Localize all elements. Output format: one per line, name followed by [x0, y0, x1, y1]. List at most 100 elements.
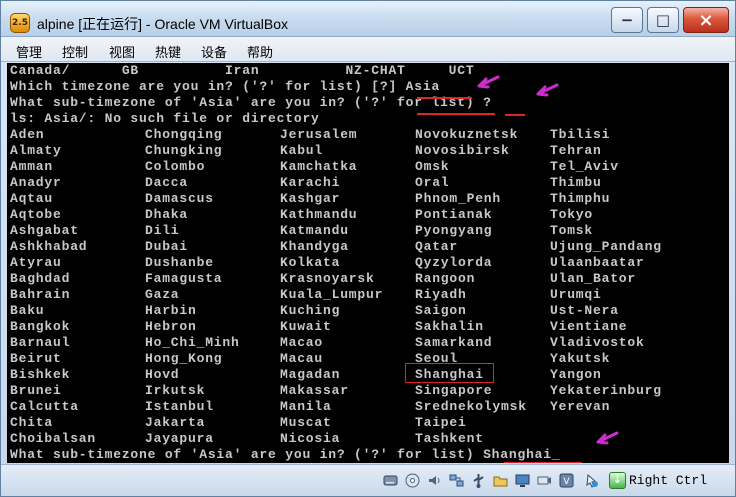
terminal-line: ls: Asia/: No such file or directory: [10, 111, 320, 126]
shanghai-highlight-box: [405, 363, 494, 383]
timezone-entry: Ust-Nera: [550, 303, 619, 318]
question-underline: [505, 114, 525, 116]
timezone-entry: Qatar: [415, 239, 459, 254]
annotation-arrow-icon: [596, 431, 619, 445]
timezone-entry: Famagusta: [145, 271, 223, 286]
audio-icon[interactable]: [426, 472, 443, 489]
timezone-entry: Nicosia: [280, 431, 341, 446]
virtualization-icon[interactable]: V: [558, 472, 575, 489]
timezone-entry: Jerusalem: [280, 127, 358, 142]
timezone-entry: Muscat: [280, 415, 332, 430]
timezone-entry: Novosibirsk: [415, 143, 510, 158]
window-title: alpine [正在运行] - Oracle VM VirtualBox: [37, 16, 289, 32]
display-icon[interactable]: [514, 472, 531, 489]
menu-manage[interactable]: 管理: [16, 42, 42, 61]
timezone-entry: Dhaka: [145, 207, 189, 222]
timezone-entry: Macao: [280, 335, 324, 350]
timezone-entry: Harbin: [145, 303, 197, 318]
title-bar[interactable]: 2.5 alpine [正在运行] - Oracle VM VirtualBox…: [1, 1, 735, 37]
timezone-entry: Kathmandu: [280, 207, 358, 222]
menu-view[interactable]: 视图: [109, 42, 135, 61]
timezone-entry: Amman: [10, 159, 54, 174]
timezone-entry: Damascus: [145, 191, 214, 206]
menu-control[interactable]: 控制: [62, 42, 88, 61]
timezone-entry: Makassar: [280, 383, 349, 398]
hard-disk-icon[interactable]: [382, 472, 399, 489]
timezone-entry: Baghdad: [10, 271, 71, 286]
menu-hotkeys[interactable]: 热键: [155, 42, 181, 61]
timezone-entry: Oral: [415, 175, 450, 190]
timezone-entry: Saigon: [415, 303, 467, 318]
timezone-entry: Tel_Aviv: [550, 159, 619, 174]
svg-text:V: V: [563, 477, 570, 487]
asia-underline: [417, 97, 472, 99]
timezone-entry: Brunei: [10, 383, 62, 398]
timezone-entry: Almaty: [10, 143, 62, 158]
timezone-entry: Novokuznetsk: [415, 127, 519, 142]
usb-icon[interactable]: [470, 472, 487, 489]
timezone-entry: Gaza: [145, 287, 180, 302]
timezone-entry: Riyadh: [415, 287, 467, 302]
timezone-entry: Srednekolymsk: [415, 399, 527, 414]
mouse-integration-icon[interactable]: [583, 472, 600, 489]
network-icon[interactable]: [448, 472, 465, 489]
timezone-entry: Hebron: [145, 319, 197, 334]
timezone-entry: Tbilisi: [550, 127, 611, 142]
timezone-entry: Macau: [280, 351, 324, 366]
timezone-entry: Ho_Chi_Minh: [145, 335, 240, 350]
timezone-entry: Kabul: [280, 143, 324, 158]
timezone-entry: Barnaul: [10, 335, 71, 350]
timezone-entry: Atyrau: [10, 255, 62, 270]
timezone-entry: Ujung_Pandang: [550, 239, 662, 254]
optical-drive-icon[interactable]: [404, 472, 421, 489]
timezone-entry: Omsk: [415, 159, 450, 174]
timezone-entry: Istanbul: [145, 399, 214, 414]
timezone-entry: Yangon: [550, 367, 602, 382]
virtualbox-window: 2.5 alpine [正在运行] - Oracle VM VirtualBox…: [0, 0, 736, 497]
timezone-entry: Khandyga: [280, 239, 349, 254]
timezone-entry: Ashkhabad: [10, 239, 88, 254]
timezone-entry: Dili: [145, 223, 180, 238]
timezone-entry: Kuwait: [280, 319, 332, 334]
timezone-entry: Bangkok: [10, 319, 71, 334]
timezone-entry: Kolkata: [280, 255, 341, 270]
timezone-entry: Chungking: [145, 143, 223, 158]
timezone-entry: Jakarta: [145, 415, 206, 430]
timezone-entry: Dushanbe: [145, 255, 214, 270]
maximize-button[interactable]: □: [647, 7, 679, 33]
terminal-line: Which timezone are you in? ('?' for list…: [10, 79, 441, 94]
keyboard-capture-icon[interactable]: ↓: [609, 472, 626, 489]
vm-console[interactable]: Canada/ GB Iran NZ-CHAT UCT Which timezo…: [7, 63, 729, 463]
timezone-entry: Samarkand: [415, 335, 493, 350]
window-controls: − □ ×: [611, 7, 729, 33]
timezone-entry: Thimbu: [550, 175, 602, 190]
shared-folder-icon[interactable]: [492, 472, 509, 489]
status-bar: V ↓ Right Ctrl: [1, 464, 735, 496]
timezone-entry: Hong_Kong: [145, 351, 223, 366]
timezone-entry: Rangoon: [415, 271, 476, 286]
menu-devices[interactable]: 设备: [201, 42, 227, 61]
timezone-entry: Katmandu: [280, 223, 349, 238]
timezone-entry: Sakhalin: [415, 319, 484, 334]
timezone-entry: Ulan_Bator: [550, 271, 637, 286]
timezone-entry: Beirut: [10, 351, 62, 366]
close-button[interactable]: ×: [683, 7, 729, 33]
timezone-entry: Bishkek: [10, 367, 71, 382]
video-capture-icon[interactable]: [536, 472, 553, 489]
annotation-arrow-icon: [477, 75, 500, 89]
timezone-entry: Ashgabat: [10, 223, 79, 238]
timezone-entry: Choibalsan: [10, 431, 97, 446]
timezone-entry: Hovd: [145, 367, 180, 382]
timezone-entry: Dubai: [145, 239, 189, 254]
timezone-entry: Anadyr: [10, 175, 62, 190]
timezone-entry: Manila: [280, 399, 332, 414]
timezone-entry: Chongqing: [145, 127, 223, 142]
timezone-entry: Tokyo: [550, 207, 594, 222]
minimize-button[interactable]: −: [611, 7, 643, 33]
shanghai-underline: [504, 462, 582, 463]
timezone-entry: Bahrain: [10, 287, 71, 302]
timezone-entry: Magadan: [280, 367, 341, 382]
timezone-entry: Dacca: [145, 175, 189, 190]
menu-help[interactable]: 帮助: [247, 42, 273, 61]
timezone-entry: Yakutsk: [550, 351, 611, 366]
